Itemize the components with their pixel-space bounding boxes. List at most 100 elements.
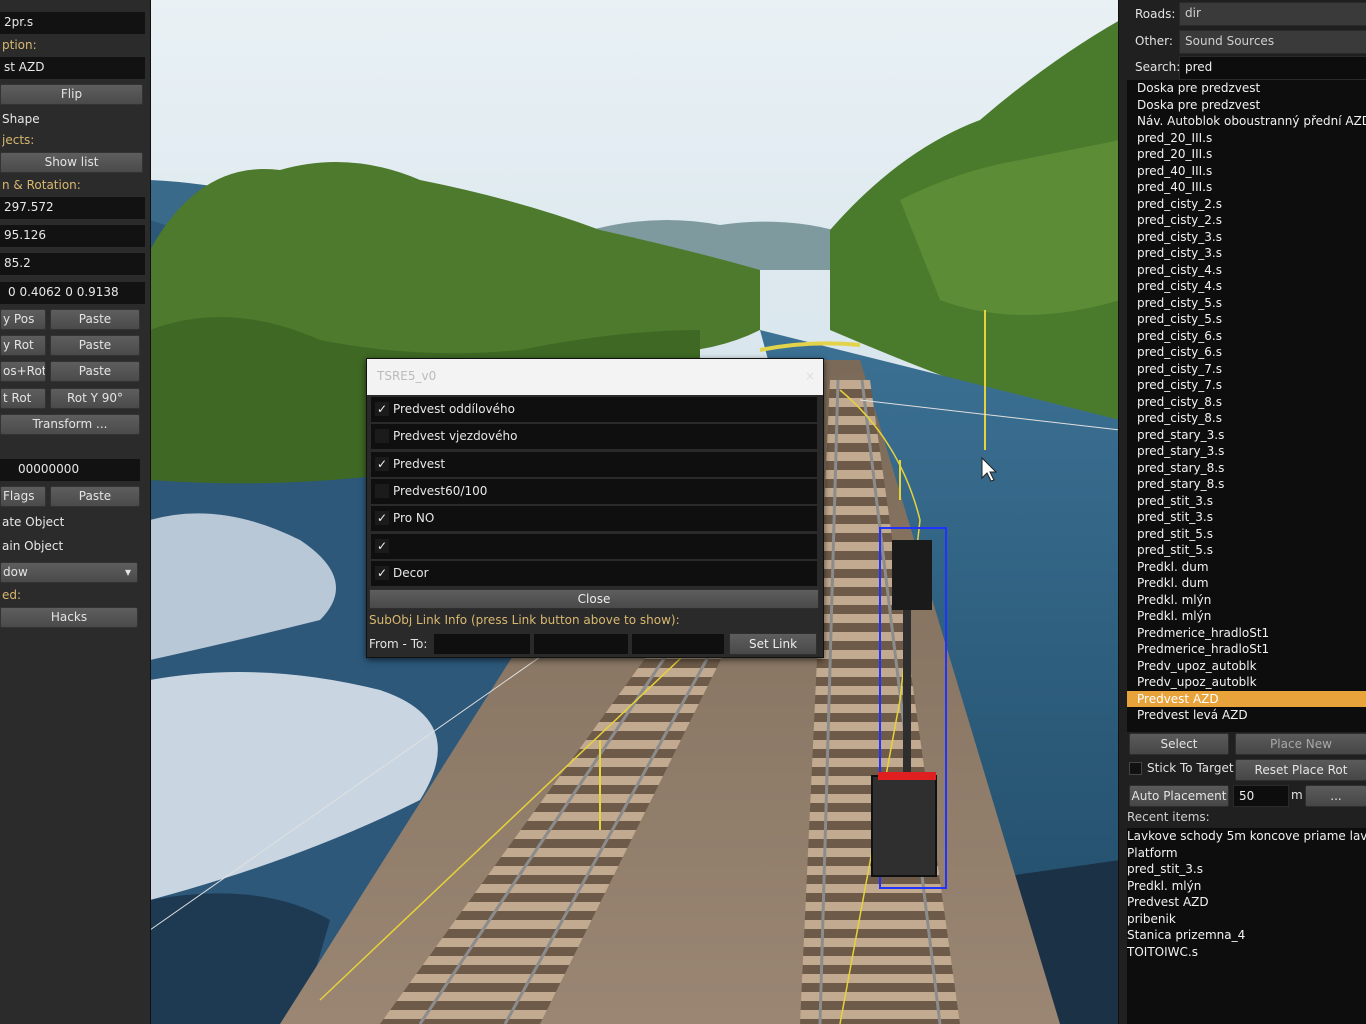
object-list-item[interactable]: Predvest levá AZD [1127,707,1366,724]
object-list-item[interactable]: Predkl. dum [1127,559,1366,576]
subobject-row[interactable]: Predvest vjezdového [371,424,817,450]
object-list-item[interactable]: Predkl. mlýn [1127,592,1366,609]
subobject-row[interactable]: ✓ [371,533,817,559]
recent-list-item[interactable]: Predkl. mlýn [1127,878,1366,895]
hacks-button[interactable]: Hacks [0,607,138,628]
more-button[interactable]: ... [1305,785,1366,807]
link-field[interactable] [631,633,725,655]
paste-rot-button[interactable]: Paste [50,335,140,356]
show-list-button[interactable]: Show list [0,152,143,173]
checkbox-checked-icon[interactable]: ✓ [375,456,389,471]
copy-pos-rot-button[interactable]: os+Rot [0,361,46,382]
object-list-item[interactable]: Predmerice_hradloSt1 [1127,641,1366,658]
subobject-row[interactable]: ✓ Pro NO [371,506,817,532]
position-x-field[interactable]: 297.572 [0,197,145,219]
dialog-titlebar[interactable]: TSRE5_v0 × [367,359,823,395]
paste-flags-button[interactable]: Paste [50,486,140,507]
close-button[interactable]: Close [369,589,819,609]
object-list-item[interactable]: pred_cisty_3.s [1127,245,1366,262]
object-list-item[interactable]: pred_stary_3.s [1127,427,1366,444]
object-list-item[interactable]: pred_20_III.s [1127,130,1366,147]
set-link-button[interactable]: Set Link [729,633,817,655]
checkbox-checked-icon[interactable]: ✓ [375,511,389,526]
recent-list-item[interactable]: Stanica prizemna_4 [1127,927,1366,944]
object-list-item[interactable]: Predv_upoz_autoblk [1127,674,1366,691]
activate-object-label[interactable]: ate Object [2,515,64,529]
recent-list-item[interactable]: TOITOIWC.s [1127,944,1366,961]
quaternion-field[interactable]: 0 0.4062 0 0.9138 [0,282,145,304]
place-new-button[interactable]: Place New [1235,733,1366,755]
object-list-item[interactable]: pred_cisty_4.s [1127,278,1366,295]
object-list-item[interactable]: Náv. Autoblok oboustranný přední AZD [1127,113,1366,130]
subobject-row[interactable]: ✓ Decor [371,560,817,586]
shadow-dropdown[interactable]: dow ▾ [0,562,138,583]
object-list-item[interactable]: pred_cisty_2.s [1127,196,1366,213]
recent-list-item[interactable]: pred_stit_3.s [1127,861,1366,878]
checkbox-unchecked-icon[interactable] [375,429,389,444]
object-list-item[interactable]: pred_cisty_3.s [1127,229,1366,246]
filename-field[interactable]: 2pr.s [0,12,145,34]
object-list-item[interactable]: pred_stit_5.s [1127,526,1366,543]
object-list-item[interactable]: pred_40_III.s [1127,179,1366,196]
object-list[interactable]: Doska pre predzvest Doska pre predzvest Ná… [1127,80,1366,732]
object-list-item[interactable]: pred_cisty_5.s [1127,311,1366,328]
object-list-item[interactable]: pred_cisty_6.s [1127,328,1366,345]
copy-pos-button[interactable]: y Pos [0,309,46,330]
object-list-item[interactable]: Predvest AZD [1127,690,1366,707]
object-list-item[interactable]: pred_40_III.s [1127,163,1366,180]
rot-y-90-button[interactable]: Rot Y 90° [50,388,140,409]
object-list-item[interactable]: Predkl. dum [1127,575,1366,592]
flags-field[interactable]: 00000000 [0,459,140,481]
object-list-item[interactable]: pred_cisty_6.s [1127,344,1366,361]
subobject-row[interactable]: Predvest60/100 [371,478,817,504]
object-list-item[interactable]: pred_cisty_4.s [1127,262,1366,279]
copy-flags-button[interactable]: Flags [0,486,46,507]
subobject-row[interactable]: ✓ Predvest [371,451,817,477]
object-list-item[interactable]: pred_stit_5.s [1127,542,1366,559]
object-list-item[interactable]: pred_cisty_5.s [1127,295,1366,312]
position-z-field[interactable]: 85.2 [0,253,145,275]
to-field[interactable] [533,633,629,655]
object-list-item[interactable]: pred_stary_8.s [1127,476,1366,493]
object-list-item[interactable]: Doska pre predzvest [1127,97,1366,114]
object-list-item[interactable]: pred_stary_8.s [1127,460,1366,477]
object-list-item[interactable]: pred_cisty_7.s [1127,361,1366,378]
object-list-item[interactable]: Doska pre predzvest [1127,80,1366,97]
object-list-item[interactable]: pred_cisty_8.s [1127,394,1366,411]
recent-list-item[interactable]: Predvest AZD [1127,894,1366,911]
subobject-row[interactable]: ✓ Predvest oddílového [371,397,817,422]
object-list-item[interactable]: Predkl. mlýn [1127,608,1366,625]
reset-place-rot-button[interactable]: Reset Place Rot [1235,759,1366,781]
checkbox-checked-icon[interactable]: ✓ [375,538,389,553]
paste-pos-button[interactable]: Paste [50,309,140,330]
roads-select[interactable]: dir [1179,2,1366,26]
recent-list-item[interactable]: pribenik [1127,911,1366,928]
terrain-object-label[interactable]: ain Object [2,539,63,553]
object-list-item[interactable]: pred_stit_3.s [1127,493,1366,510]
select-button[interactable]: Select [1129,733,1229,755]
object-list-item[interactable]: pred_cisty_8.s [1127,410,1366,427]
object-list-item[interactable]: Predv_upoz_autoblk [1127,658,1366,675]
paste-pos-rot-button[interactable]: Paste [50,361,140,382]
object-list-item[interactable]: pred_cisty_2.s [1127,212,1366,229]
distance-input[interactable]: 50 [1233,785,1289,807]
object-list-item[interactable]: pred_cisty_7.s [1127,377,1366,394]
flip-button[interactable]: Flip [0,84,143,105]
search-input[interactable]: pred [1179,56,1366,80]
position-y-field[interactable]: 95.126 [0,225,145,247]
recent-items-list[interactable]: Lavkove schody 5m koncove priame lave Pla… [1127,828,1366,1024]
object-list-item[interactable]: pred_stary_3.s [1127,443,1366,460]
object-list-item[interactable]: pred_20_III.s [1127,146,1366,163]
checkbox-checked-icon[interactable]: ✓ [375,565,389,580]
copy-rot-button[interactable]: y Rot [0,335,46,356]
recent-list-item[interactable]: Lavkove schody 5m koncove priame lave [1127,828,1366,845]
recent-list-item[interactable]: Platform [1127,845,1366,862]
other-select[interactable]: Sound Sources [1179,30,1366,54]
checkbox-unchecked-icon[interactable] [375,483,389,498]
reset-rot-button[interactable]: t Rot [0,388,46,409]
transform-button[interactable]: Transform ... [0,414,140,435]
checkbox-checked-icon[interactable]: ✓ [375,402,389,416]
from-field[interactable] [433,633,531,655]
stick-to-target-checkbox[interactable] [1129,762,1142,775]
close-icon[interactable]: × [801,367,819,385]
